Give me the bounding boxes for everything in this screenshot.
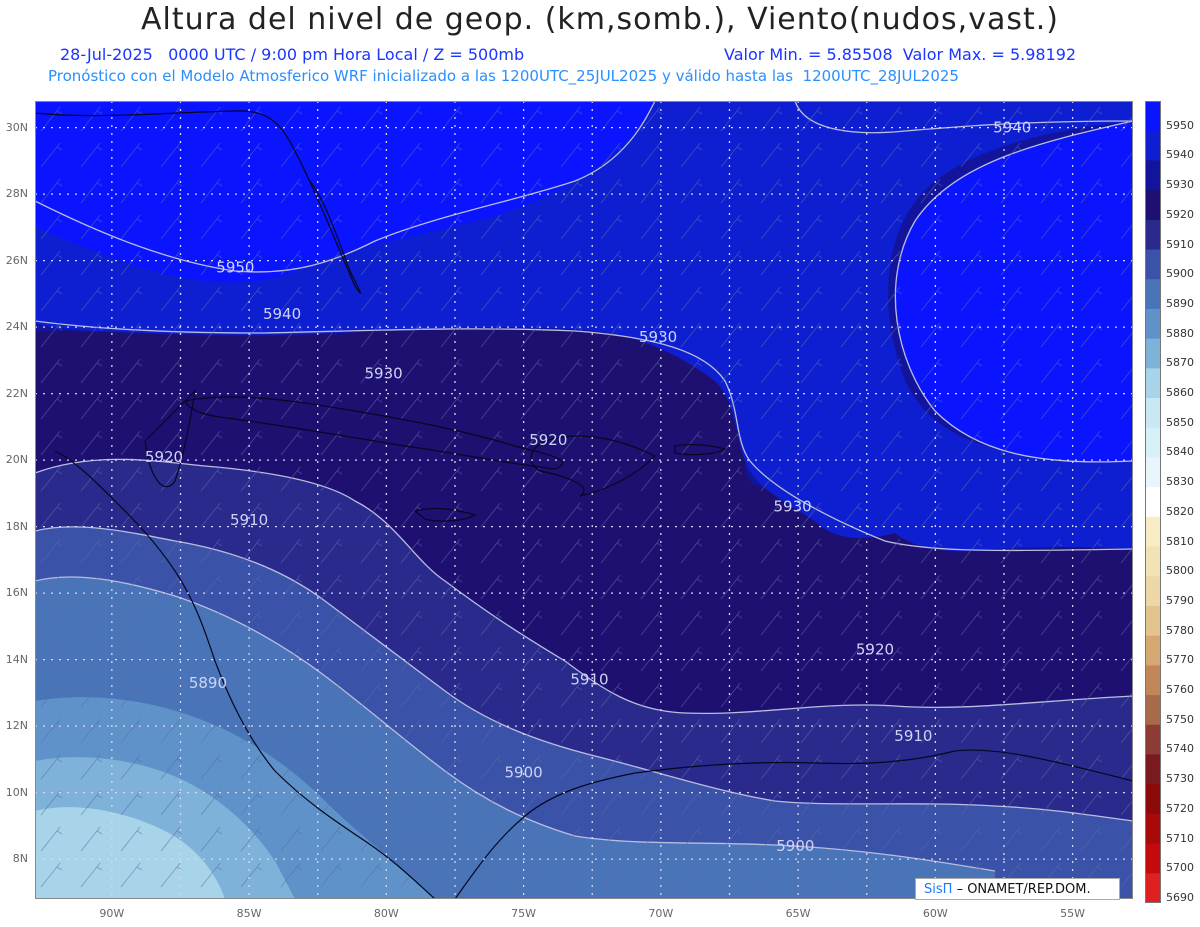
colorbar-swatch: [1145, 219, 1161, 251]
colorbar-swatch: [1145, 398, 1161, 429]
colorbar-label: 5770: [1166, 653, 1194, 667]
contour-label: 5910: [570, 671, 608, 689]
latitude-label: 30N: [5, 120, 28, 134]
colorbar-swatch: [1145, 784, 1161, 815]
min-max-values: Valor Min. = 5.85508 Valor Max. = 5.9819…: [724, 45, 1077, 64]
colorbar-label: 5820: [1166, 504, 1194, 518]
colorbar-label: 5690: [1166, 891, 1194, 904]
colorbar: [1145, 101, 1161, 903]
colorbar-label: 5710: [1166, 831, 1194, 845]
colorbar-label: 5700: [1166, 861, 1194, 875]
latitude-label: 18N: [5, 519, 28, 533]
contour-label: 5920: [856, 641, 894, 659]
contour-label: 5950: [216, 258, 254, 276]
colorbar-label: 5850: [1166, 415, 1194, 429]
latitude-label: 10N: [5, 785, 28, 799]
colorbar-label: 5860: [1166, 386, 1194, 400]
colorbar-label: 5760: [1166, 683, 1194, 697]
contour-label: 5910: [894, 727, 932, 745]
contour-label: 5890: [189, 674, 227, 692]
colorbar-swatch: [1145, 279, 1161, 310]
longitude-label: 75W: [511, 907, 537, 920]
colorbar-swatch: [1145, 813, 1161, 845]
colorbar-label: 5810: [1166, 534, 1194, 548]
credit-text: – ONAMET/REP.DOM.: [956, 882, 1091, 897]
colorbar-label: 5940: [1166, 148, 1194, 162]
valid-time-line: 28-Jul-2025 0000 UTC / 9:00 pm Hora Loca…: [60, 45, 525, 64]
colorbar-label: 5870: [1166, 356, 1194, 370]
colorbar-label: 5920: [1166, 207, 1194, 221]
colorbar-label: 5880: [1166, 326, 1194, 340]
longitude-label: 65W: [785, 907, 811, 920]
contour-label: 5940: [263, 305, 301, 323]
contour-label: 5920: [145, 448, 183, 466]
colorbar-swatch: [1145, 605, 1161, 637]
colorbar-label: 5800: [1166, 564, 1194, 578]
latitude-label: 16N: [5, 586, 28, 600]
latitude-label: 26N: [5, 253, 28, 267]
latitude-label: 12N: [5, 719, 28, 733]
colorbar-swatch: [1145, 457, 1161, 488]
colorbar-label: 5900: [1166, 267, 1194, 281]
colorbar-swatch: [1145, 308, 1161, 340]
model-info-line: Pronóstico con el Modelo Atmosferico WRF…: [48, 67, 959, 85]
longitude-label: 60W: [922, 907, 948, 920]
colorbar-swatch: [1145, 724, 1161, 755]
contour-label: 5900: [776, 837, 814, 855]
latitude-label: 14N: [5, 652, 28, 666]
contour-label: 5930: [774, 498, 812, 516]
longitude-label: 55W: [1060, 907, 1086, 920]
latitude-label: 8N: [12, 852, 28, 866]
longitude-label: 85W: [236, 907, 262, 920]
colorbar-swatch: [1145, 635, 1161, 666]
map-title: Altura del nivel de geop. (km,somb.), Vi…: [141, 2, 1059, 37]
colorbar-swatch: [1145, 665, 1161, 696]
colorbar-swatch: [1145, 130, 1161, 161]
colorbar-label: 5740: [1166, 742, 1194, 756]
colorbar-label: 5790: [1166, 593, 1194, 607]
latitude-label: 20N: [5, 453, 28, 467]
contour-label: 5930: [365, 365, 403, 383]
colorbar-swatch: [1145, 695, 1161, 726]
colorbar-swatch: [1145, 101, 1161, 132]
contour-label: 5940: [993, 119, 1031, 137]
colorbar-swatch: [1145, 487, 1161, 518]
colorbar-swatch: [1145, 843, 1161, 874]
colorbar-label: 5720: [1166, 801, 1194, 815]
colorbar-swatch: [1145, 160, 1161, 191]
colorbar-swatch: [1145, 576, 1161, 607]
colorbar-label: 5910: [1166, 237, 1194, 251]
latitude-label: 22N: [5, 386, 28, 400]
longitude-label: 80W: [373, 907, 399, 920]
colorbar-label: 5830: [1166, 475, 1194, 489]
colorbar-swatch: [1145, 338, 1161, 369]
latitude-label: 24N: [5, 320, 28, 334]
colorbar-label: 5780: [1166, 623, 1194, 637]
colorbar-label: 5890: [1166, 296, 1194, 310]
longitude-label: 90W: [99, 907, 125, 920]
credit-box: SisΠ – ONAMET/REP.DOM.: [915, 878, 1120, 900]
contour-label: 5920: [529, 431, 567, 449]
contour-label: 5930: [639, 328, 677, 346]
contour-label: 5900: [505, 764, 543, 782]
colorbar-swatch: [1145, 516, 1161, 548]
longitude-label: 70W: [648, 907, 674, 920]
colorbar-label: 5950: [1166, 118, 1194, 132]
colorbar-swatch: [1145, 249, 1161, 280]
latitude-label: 28N: [5, 187, 28, 201]
colorbar-label: 5840: [1166, 445, 1194, 459]
colorbar-swatch: [1145, 873, 1161, 903]
colorbar-swatch: [1145, 190, 1161, 221]
colorbar-swatch: [1145, 368, 1161, 399]
colorbar-label: 5750: [1166, 712, 1194, 726]
colorbar-label: 5930: [1166, 178, 1194, 192]
wind-barbs: [35, 101, 1133, 899]
sispi-logo: SisΠ: [924, 882, 953, 897]
colorbar-swatch: [1145, 546, 1161, 577]
colorbar-swatch: [1145, 427, 1161, 458]
colorbar-label: 5730: [1166, 772, 1194, 786]
colorbar-swatch: [1145, 754, 1161, 785]
forecast-map: 5940 5950 5940 5930 5930 5920 5920 5930 5910 5920…: [35, 101, 1133, 899]
contour-label: 5910: [230, 511, 268, 529]
